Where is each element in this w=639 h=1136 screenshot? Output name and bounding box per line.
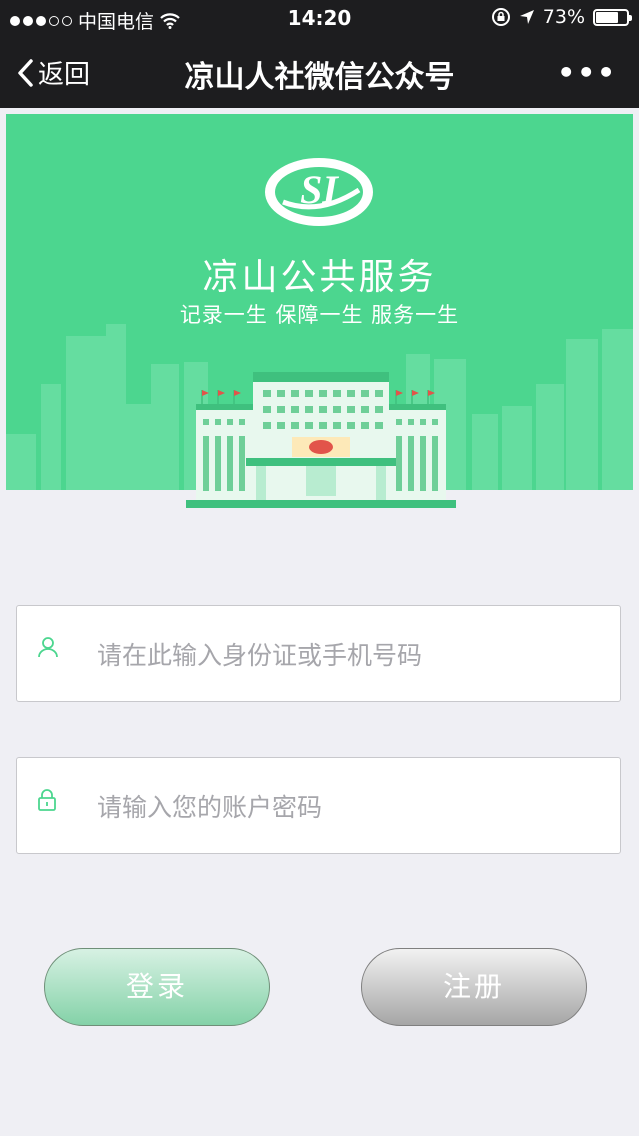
- status-bar: 中国电信 14:20 73%: [0, 0, 639, 36]
- navigation-bar: 返回 凉山人社微信公众号 •••: [0, 36, 639, 108]
- password-input[interactable]: [95, 786, 599, 828]
- status-right: 73%: [491, 6, 632, 28]
- page-title: 凉山人社微信公众号: [184, 60, 455, 95]
- id-input[interactable]: [95, 634, 599, 676]
- user-icon: [38, 637, 58, 658]
- battery-icon: [593, 8, 632, 26]
- more-menu-button[interactable]: •••: [557, 56, 617, 89]
- battery-level: [596, 11, 618, 23]
- login-button[interactable]: 登录: [44, 948, 270, 1026]
- id-field[interactable]: [16, 605, 621, 702]
- lock-icon: [38, 789, 56, 811]
- register-button[interactable]: 注册: [361, 948, 587, 1026]
- si-logo-text: SI: [300, 167, 338, 212]
- battery-percent: 73%: [542, 6, 585, 28]
- rotation-lock-icon: [491, 8, 510, 26]
- banner-subtitle: 记录一生 保障一生 服务一生: [179, 303, 460, 327]
- banner-title: 凉山公共服务: [202, 257, 437, 298]
- hero-banner: SI 凉山公共服务 记录一生 保障一生 服务一生: [6, 114, 633, 508]
- password-field[interactable]: [16, 757, 621, 854]
- location-arrow-icon: [519, 10, 534, 24]
